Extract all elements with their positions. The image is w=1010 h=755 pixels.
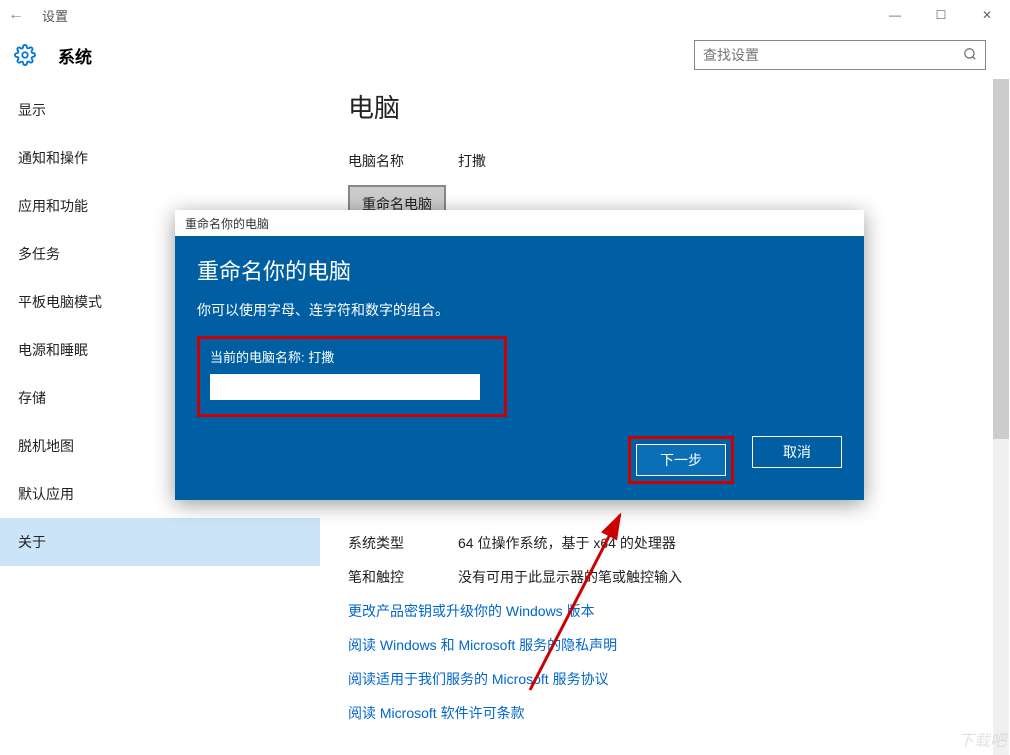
search-icon [963, 47, 977, 64]
sidebar-item-0[interactable]: 显示 [0, 86, 320, 134]
rename-dialog: 重命名你的电脑 重命名你的电脑 你可以使用字母、连字符和数字的组合。 当前的电脑… [175, 210, 864, 500]
search-input[interactable] [703, 47, 963, 63]
sidebar-item-9[interactable]: 关于 [0, 518, 320, 566]
dialog-heading: 重命名你的电脑 [197, 254, 842, 286]
link-1[interactable]: 阅读 Windows 和 Microsoft 服务的隐私声明 [348, 635, 982, 655]
system-type-value: 64 位操作系统，基于 x64 的处理器 [458, 533, 676, 553]
dialog-description: 你可以使用字母、连字符和数字的组合。 [197, 300, 842, 320]
current-name-label: 当前的电脑名称: 打撒 [210, 347, 494, 366]
gear-icon [14, 44, 36, 66]
pc-name-value: 打撒 [458, 151, 486, 171]
input-highlight: 当前的电脑名称: 打撒 [197, 336, 507, 417]
new-name-input[interactable] [210, 374, 480, 400]
pen-touch-label: 笔和触控 [348, 567, 458, 587]
page-title: 电脑 [348, 88, 982, 125]
section-title: 系统 [58, 43, 92, 68]
pen-touch-value: 没有可用于此显示器的笔或触控输入 [458, 567, 682, 587]
dialog-titlebar: 重命名你的电脑 [175, 210, 864, 236]
system-type-label: 系统类型 [348, 533, 458, 553]
next-button[interactable]: 下一步 [636, 444, 726, 476]
pc-name-label: 电脑名称 [348, 151, 458, 171]
window-title: 设置 [42, 6, 68, 25]
back-button[interactable]: ← [8, 6, 24, 24]
minimize-button[interactable]: — [872, 0, 918, 30]
search-box[interactable] [694, 40, 986, 70]
next-button-highlight: 下一步 [628, 436, 734, 484]
scrollbar-thumb[interactable] [993, 79, 1009, 439]
sidebar-item-1[interactable]: 通知和操作 [0, 134, 320, 182]
link-0[interactable]: 更改产品密钥或升级你的 Windows 版本 [348, 601, 982, 621]
scrollbar[interactable] [993, 79, 1009, 755]
close-button[interactable]: ✕ [964, 0, 1010, 30]
cancel-button[interactable]: 取消 [752, 436, 842, 468]
link-3[interactable]: 阅读 Microsoft 软件许可条款 [348, 703, 982, 723]
link-2[interactable]: 阅读适用于我们服务的 Microsoft 服务协议 [348, 669, 982, 689]
maximize-button[interactable]: ☐ [918, 0, 964, 30]
